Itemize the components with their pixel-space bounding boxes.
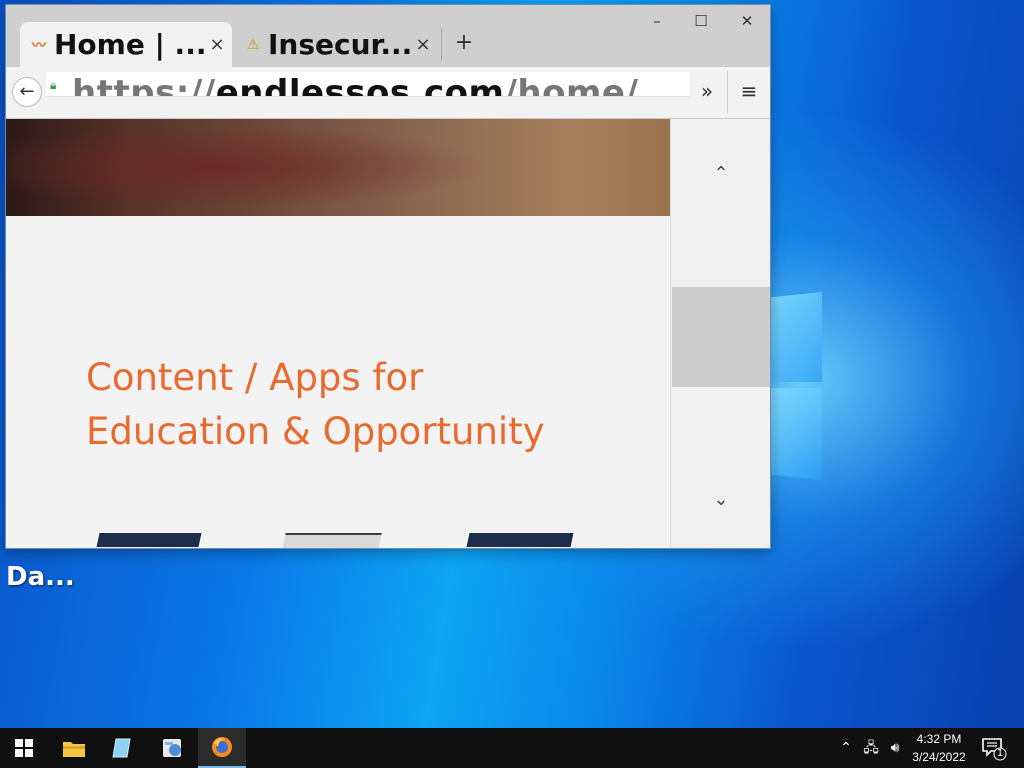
hero-image <box>6 119 670 216</box>
url-text: https://endlessos.com/home/ <box>72 73 639 97</box>
tab-insecure[interactable]: ⚠ Insecur... × <box>234 22 438 67</box>
back-button[interactable]: ← <box>12 77 42 107</box>
taskbar-file-explorer[interactable] <box>50 728 98 768</box>
tab-title: Insecur... <box>268 28 412 61</box>
chevron-up-icon[interactable]: ⌃ <box>838 738 854 758</box>
lock-icon: 🔒︎ <box>50 78 57 92</box>
notification-count: 1 <box>996 748 1004 759</box>
chevron-up-icon[interactable]: ⌃ <box>671 159 770 189</box>
tab-separator <box>441 29 442 61</box>
clock-time: 4:32 PM <box>916 732 962 746</box>
start-button[interactable] <box>0 728 48 768</box>
system-clock[interactable]: 4:32 PM 3/24/2022 <box>906 730 972 766</box>
tab-home[interactable]: 〰 Home | ... × <box>20 22 232 67</box>
close-button[interactable]: ✕ <box>724 11 770 31</box>
taskbar-app[interactable] <box>98 728 146 768</box>
toolbar-overflow-button[interactable]: » <box>694 79 720 103</box>
tab-strip: 〰 Home | ... × ⚠ Insecur... × + – ☐ ✕ <box>6 5 770 67</box>
headline-line-2: Education & Opportunity <box>86 410 545 453</box>
device-image <box>466 533 574 547</box>
desktop-icon-label[interactable]: Da... <box>6 562 75 592</box>
browser-window: 〰 Home | ... × ⚠ Insecur... × + – ☐ ✕ ← … <box>6 5 770 548</box>
volume-icon[interactable]: 🔊︎ <box>884 738 906 758</box>
navigation-toolbar: ← 🔒︎ https://endlessos.com/home/ » ≡ <box>6 67 770 119</box>
url-host: endlessos.com <box>215 73 505 97</box>
page-headline: Content / Apps for Education & Opportuni… <box>86 351 646 459</box>
new-tab-button[interactable]: + <box>450 29 478 57</box>
action-center-button[interactable]: 1 <box>980 734 1008 762</box>
taskbar-app[interactable] <box>148 728 196 768</box>
windows-start-icon <box>15 739 33 757</box>
url-bar[interactable]: 🔒︎ https://endlessos.com/home/ <box>46 72 690 97</box>
windows-logo-pane <box>770 292 822 382</box>
folder-icon <box>63 742 85 757</box>
clock-date: 3/24/2022 <box>912 750 966 764</box>
taskbar-firefox[interactable] <box>198 728 246 768</box>
device-image <box>282 533 382 548</box>
firefox-icon <box>212 737 232 757</box>
arrow-left-icon: ← <box>19 81 35 102</box>
warning-icon: ⚠ <box>246 36 260 53</box>
device-image <box>96 533 202 547</box>
chevron-down-icon[interactable]: ⌄ <box>671 485 770 515</box>
toolbar-separator <box>727 71 728 113</box>
app-icon <box>112 738 131 758</box>
tab-title: Home | ... <box>54 28 206 61</box>
minimize-button[interactable]: – <box>634 11 680 31</box>
windows-logo-pane <box>770 388 822 480</box>
maximize-button[interactable]: ☐ <box>678 11 724 31</box>
url-path: /home/ <box>504 73 639 97</box>
url-scheme: https:// <box>72 73 216 97</box>
page-content: Content / Apps for Education & Opportuni… <box>6 119 670 548</box>
close-icon[interactable]: × <box>206 34 228 55</box>
close-icon[interactable]: × <box>412 34 434 55</box>
headline-line-1: Content / Apps for <box>86 356 424 399</box>
app-icon <box>163 739 181 757</box>
network-icon[interactable]: 🖧︎ <box>860 738 882 758</box>
taskbar: ⌃ 🖧︎ 🔊︎ 4:32 PM 3/24/2022 1 <box>0 728 1024 768</box>
orange-swirl-icon: 〰 <box>32 37 46 54</box>
side-panel-scrollbar[interactable]: ⌃ ⌄ <box>670 119 770 548</box>
hamburger-menu-button[interactable]: ≡ <box>736 79 762 103</box>
scroll-thumb[interactable] <box>672 287 770 387</box>
